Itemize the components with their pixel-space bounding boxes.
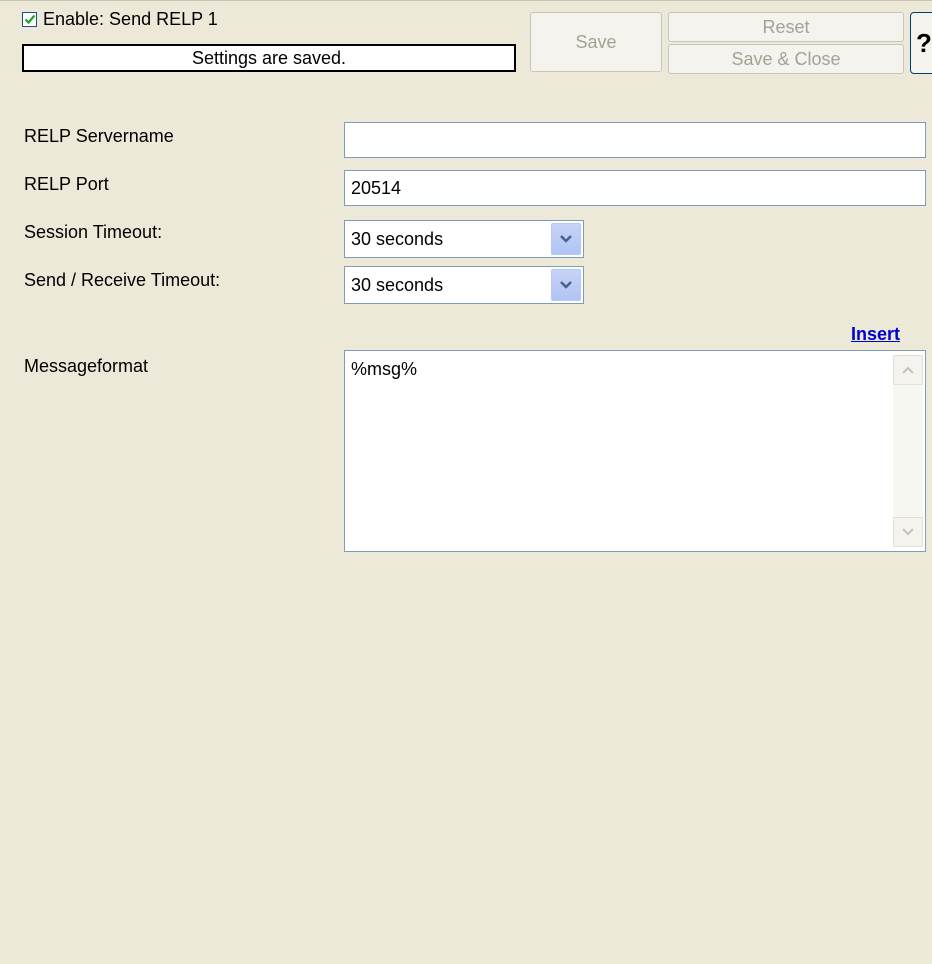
messageformat-scrollbar[interactable] — [893, 355, 923, 547]
settings-panel: Enable: Send RELP 1 Settings are saved. … — [0, 0, 932, 964]
sendrecv-timeout-dropdown-button[interactable] — [551, 269, 581, 301]
status-message: Settings are saved. — [22, 44, 516, 72]
port-input[interactable]: 20514 — [344, 170, 926, 206]
enable-checkbox[interactable] — [22, 11, 37, 27]
session-timeout-dropdown-button[interactable] — [551, 223, 581, 255]
enable-row[interactable]: Enable: Send RELP 1 — [22, 8, 218, 30]
session-timeout-select[interactable]: 30 seconds — [344, 220, 584, 258]
servername-label: RELP Servername — [24, 126, 174, 146]
session-timeout-label: Session Timeout: — [24, 222, 163, 242]
messageformat-value: %msg% — [351, 359, 418, 379]
scroll-up-button[interactable] — [893, 355, 923, 385]
scroll-down-button[interactable] — [893, 517, 923, 547]
sendrecv-timeout-label: Send / Receive Timeout: — [24, 270, 221, 290]
session-timeout-value: 30 seconds — [351, 229, 444, 249]
save-close-button[interactable]: Save & Close — [668, 44, 904, 74]
servername-input[interactable] — [344, 122, 926, 158]
messageformat-label: Messageformat — [24, 356, 149, 376]
chevron-down-icon — [560, 235, 572, 243]
help-button[interactable]: ? — [910, 12, 932, 74]
save-button[interactable]: Save — [530, 12, 662, 72]
arrow-down-icon — [902, 528, 914, 536]
port-label: RELP Port — [24, 174, 109, 194]
sendrecv-timeout-value: 30 seconds — [351, 275, 444, 295]
arrow-up-icon — [902, 366, 914, 374]
checkmark-icon — [24, 14, 35, 25]
insert-link[interactable]: Insert — [851, 324, 900, 345]
enable-label: Enable: Send RELP 1 — [43, 8, 218, 29]
top-divider — [0, 0, 932, 7]
sendrecv-timeout-select[interactable]: 30 seconds — [344, 266, 584, 304]
messageformat-textarea[interactable]: %msg% — [344, 350, 926, 552]
chevron-down-icon — [560, 281, 572, 289]
reset-button[interactable]: Reset — [668, 12, 904, 42]
